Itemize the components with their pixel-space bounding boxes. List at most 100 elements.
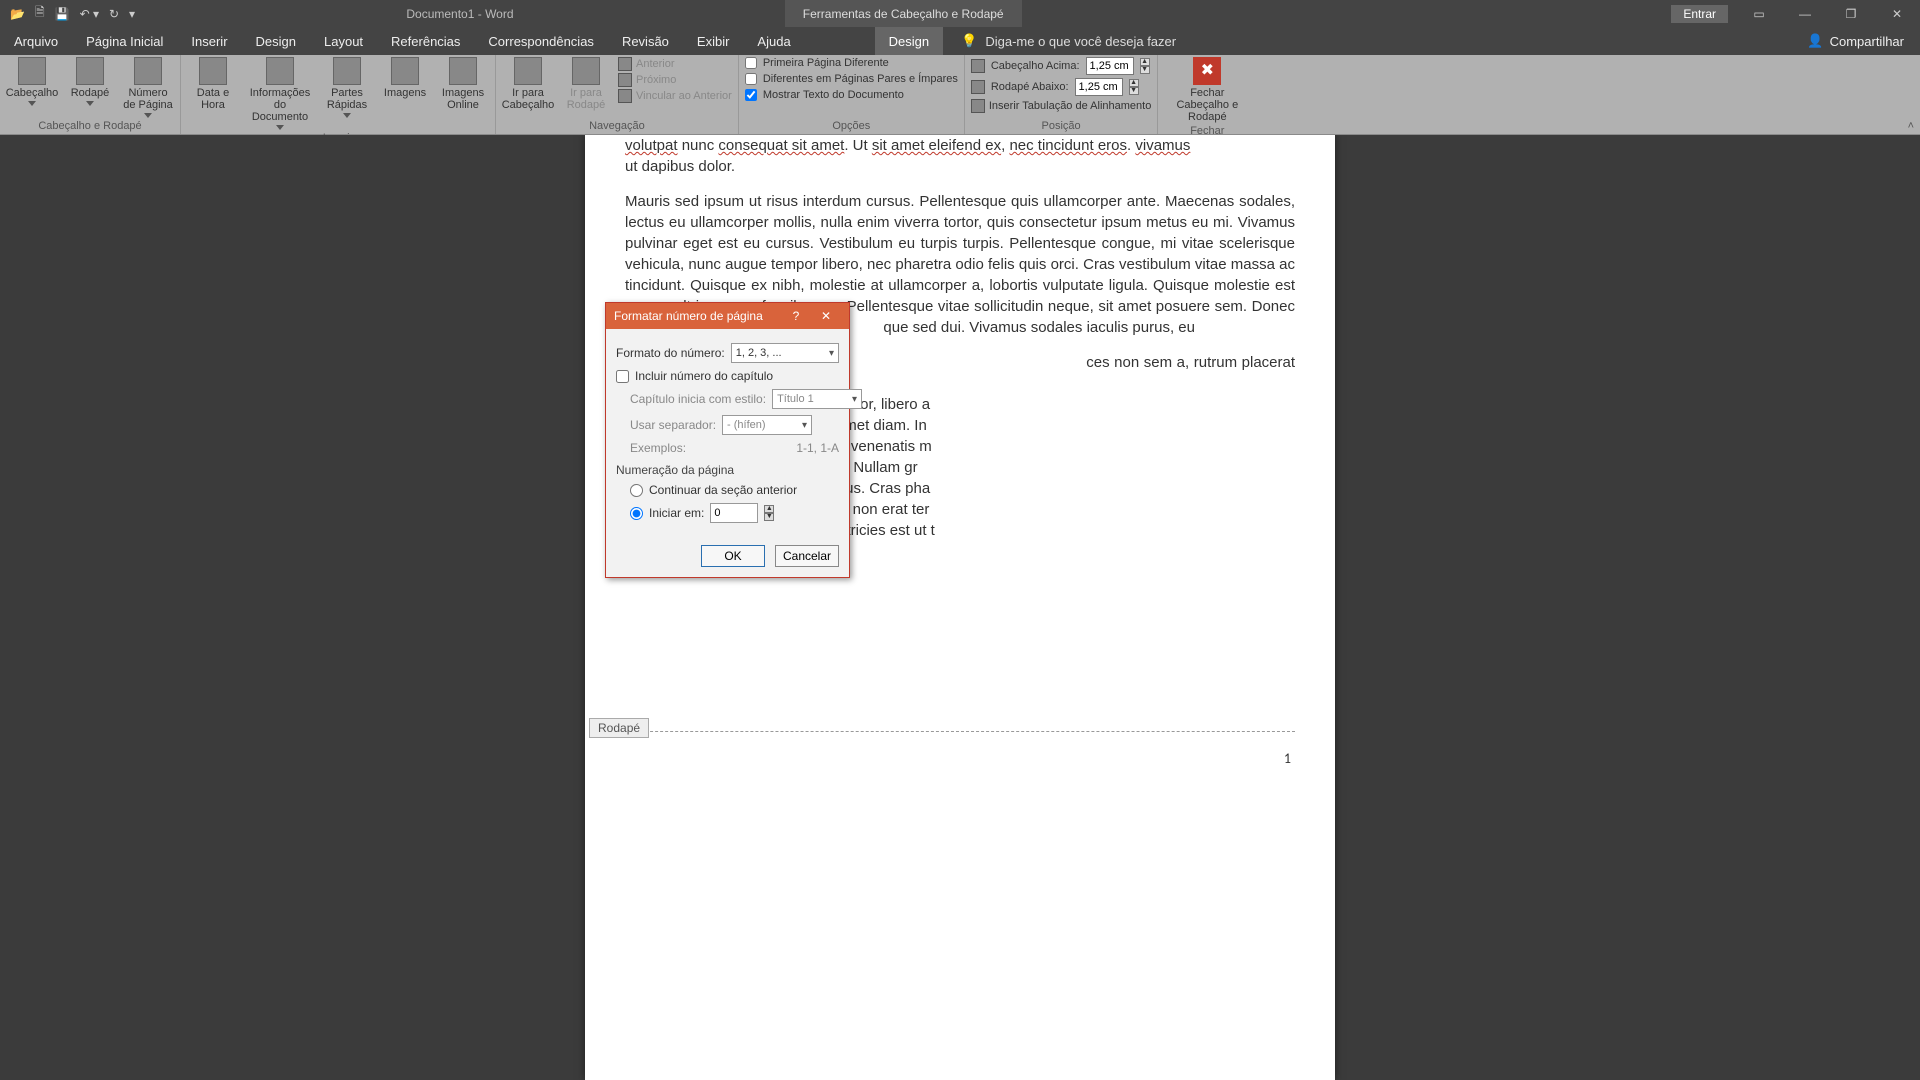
images-icon [391, 57, 419, 85]
footer-label: Rodapé [589, 718, 649, 738]
tab-layout[interactable]: Layout [310, 27, 377, 55]
previous-button[interactable]: Anterior [618, 57, 732, 71]
page-numbering-section-label: Numeração da página [616, 463, 839, 477]
link-previous-button[interactable]: Vincular ao Anterior [618, 89, 732, 103]
chevron-down-icon: ▾ [802, 420, 807, 431]
tab-references[interactable]: Referências [377, 27, 474, 55]
include-chapter-checkbox[interactable]: Incluir número do capítulo [616, 369, 839, 383]
cancel-button[interactable]: Cancelar [775, 545, 839, 567]
online-images-button[interactable]: Imagens Online [437, 57, 489, 111]
different-first-page-checkbox[interactable]: Primeira Página Diferente [745, 57, 958, 69]
footer-spinner[interactable]: ▲▼ [1129, 79, 1139, 95]
images-button[interactable]: Imagens [379, 57, 431, 99]
footer-from-bottom: Rodapé Abaixo: ▲▼ [971, 78, 1151, 96]
group-label-navigation: Navegação [502, 118, 732, 134]
footer-button[interactable]: Rodapé [64, 57, 116, 106]
document-title: Documento1 - Word [135, 7, 785, 21]
ribbon: Cabeçalho Rodapé Número de Página Cabeça… [0, 55, 1920, 135]
tab-help[interactable]: Ajuda [743, 27, 804, 55]
next-button[interactable]: Próximo [618, 73, 732, 87]
close-header-footer-button[interactable]: ✖ Fechar Cabeçalho e Rodapé [1164, 57, 1250, 123]
dialog-help-button[interactable]: ? [781, 309, 811, 323]
tab-design[interactable]: Design [242, 27, 310, 55]
titlebar: 📂 🗎 💾 ↶ ▾ ↻ ▾ Documento1 - Word Ferramen… [0, 0, 1920, 27]
tell-me-search[interactable]: 💡 Diga-me o que você deseja fazer [943, 27, 1194, 55]
chapter-style-label: Capítulo inicia com estilo: [630, 392, 766, 406]
save-icon[interactable]: 💾 [55, 7, 70, 21]
format-page-number-dialog: Formatar número de página ? ✕ Formato do… [605, 302, 850, 578]
number-format-select[interactable]: 1, 2, 3, ... ▾ [731, 343, 839, 363]
redo-icon[interactable]: ↻ [109, 7, 119, 21]
chevron-down-icon: ▾ [829, 348, 834, 359]
tab-file[interactable]: Arquivo [0, 27, 72, 55]
header-from-top-input[interactable] [1086, 57, 1134, 75]
ribbon-display-icon[interactable]: ▭ [1736, 0, 1782, 27]
docinfo-icon [266, 57, 294, 85]
open-icon[interactable]: 📂 [10, 7, 25, 21]
footer-bottom-icon [971, 80, 985, 94]
header-button[interactable]: Cabeçalho [6, 57, 58, 106]
close-button[interactable]: ✕ [1874, 0, 1920, 27]
online-images-icon [449, 57, 477, 85]
tab-insert[interactable]: Inserir [177, 27, 241, 55]
insert-alignment-tab-button[interactable]: Inserir Tabulação de Alinhamento [971, 99, 1151, 113]
goto-header-button[interactable]: Ir para Cabeçalho [502, 57, 554, 111]
separator-select[interactable]: - (hífen)▾ [722, 415, 812, 435]
tab-view[interactable]: Exibir [683, 27, 744, 55]
continue-previous-radio[interactable]: Continuar da seção anterior [630, 483, 839, 497]
ribbon-tabs: Arquivo Página Inicial Inserir Design La… [0, 27, 1920, 55]
dialog-title: Formatar número de página [614, 309, 763, 323]
show-doc-text-checkbox[interactable]: Mostrar Texto do Documento [745, 89, 958, 101]
number-format-label: Formato do número: [616, 346, 725, 360]
goto-footer-icon [572, 57, 600, 85]
start-at-input[interactable] [710, 503, 758, 523]
dialog-close-button[interactable]: ✕ [811, 309, 841, 323]
page: volutpat nunc consequat sit amet. Ut sit… [585, 135, 1335, 1080]
lightbulb-icon: 💡 [961, 33, 977, 49]
share-icon: 👤 [1807, 33, 1823, 49]
tab-review[interactable]: Revisão [608, 27, 683, 55]
footer-separator: Rodapé [625, 731, 1295, 732]
next-icon [618, 73, 632, 87]
alignment-tab-icon [971, 99, 985, 113]
share-button[interactable]: 👤 Compartilhar [1791, 27, 1920, 55]
start-at-spinner[interactable]: ▲▼ [764, 505, 774, 521]
group-label-options: Opções [745, 118, 958, 134]
maximize-button[interactable]: ❐ [1828, 0, 1874, 27]
datetime-button[interactable]: Data e Hora [187, 57, 239, 111]
new-icon[interactable]: 🗎 [35, 3, 45, 24]
page-number-icon [134, 57, 162, 85]
previous-icon [618, 57, 632, 71]
group-label-position: Posição [971, 118, 1151, 134]
signin-button[interactable]: Entrar [1671, 5, 1728, 23]
docinfo-button[interactable]: Informações do Documento [245, 57, 315, 130]
ok-button[interactable]: OK [701, 545, 765, 567]
tab-header-footer-design[interactable]: Design [875, 27, 943, 55]
tab-home[interactable]: Página Inicial [72, 27, 177, 55]
tab-mailings[interactable]: Correspondências [474, 27, 608, 55]
examples-value: 1-1, 1-A [796, 441, 839, 455]
document-area: volutpat nunc consequat sit amet. Ut sit… [0, 135, 1920, 1080]
close-icon: ✖ [1193, 57, 1221, 85]
window-controls: Entrar ▭ — ❐ ✕ [1671, 0, 1920, 27]
chevron-down-icon: ▾ [852, 394, 857, 405]
header-top-icon [971, 59, 985, 73]
tell-me-placeholder: Diga-me o que você deseja fazer [985, 34, 1176, 49]
footer-page-number[interactable]: 1 [625, 732, 1295, 767]
quickparts-button[interactable]: Partes Rápidas [321, 57, 373, 118]
context-tab-header-footer: Ferramentas de Cabeçalho e Rodapé [785, 0, 1022, 27]
quickparts-icon [333, 57, 361, 85]
collapse-ribbon-icon[interactable]: ˄ [1908, 120, 1914, 132]
header-from-top: Cabeçalho Acima: ▲▼ [971, 57, 1151, 75]
header-spinner[interactable]: ▲▼ [1140, 58, 1150, 74]
undo-icon[interactable]: ↶ ▾ [80, 7, 99, 21]
dialog-titlebar: Formatar número de página ? ✕ [606, 303, 849, 329]
different-odd-even-checkbox[interactable]: Diferentes em Páginas Pares e Ímpares [745, 73, 958, 85]
page-number-button[interactable]: Número de Página [122, 57, 174, 118]
start-at-radio[interactable]: Iniciar em: ▲▼ [630, 503, 839, 523]
footer-from-bottom-input[interactable] [1075, 78, 1123, 96]
goto-footer-button[interactable]: Ir para Rodapé [560, 57, 612, 111]
minimize-button[interactable]: — [1782, 0, 1828, 27]
group-label-header-footer: Cabeçalho e Rodapé [6, 118, 174, 134]
chapter-style-select[interactable]: Título 1▾ [772, 389, 862, 409]
